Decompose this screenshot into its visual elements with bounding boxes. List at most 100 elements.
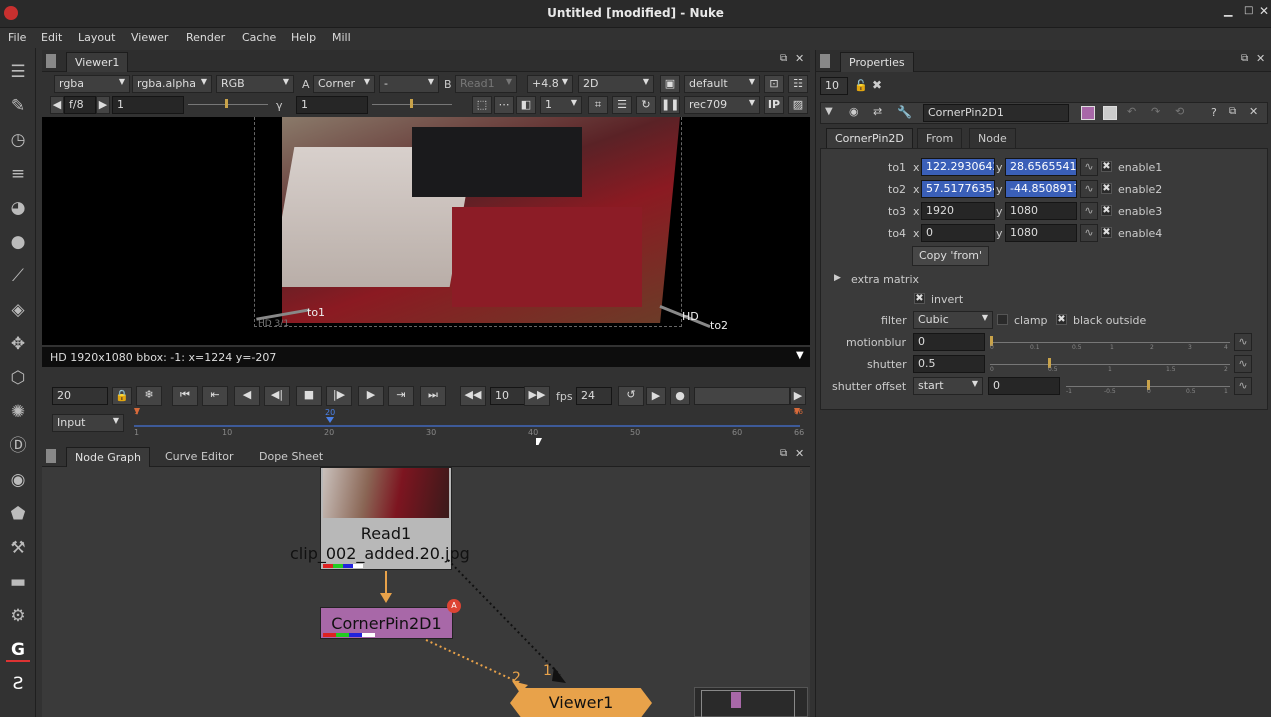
timeline-ruler[interactable]: 1 66 20 1 10 20 30 40 50 60 66 [134,408,804,438]
shutter-offset-animation-icon[interactable]: ∿ [1234,377,1252,395]
menu-viewer[interactable]: Viewer [131,31,168,44]
collapse-icon[interactable]: ▼ [825,106,833,117]
menu-render[interactable]: Render [186,31,225,44]
node-graph-minimap[interactable] [694,687,808,717]
wipe-icon[interactable]: ◧ [516,96,536,114]
timeline-range-bar[interactable] [694,387,790,405]
stop-icon[interactable]: ■ [296,386,322,406]
enable2-checkbox[interactable]: ✖ [1101,183,1112,194]
lock-properties-icon[interactable]: 🔓 [854,79,868,92]
capture-icon[interactable]: ▣ [660,75,680,93]
node-gl-color-icon[interactable] [1103,106,1117,120]
menu-mill[interactable]: Mill [332,31,351,44]
enable1-checkbox[interactable]: ✖ [1101,161,1112,172]
gain-slider[interactable] [188,104,268,105]
guides-icon[interactable]: ⋯ [494,96,514,114]
next-frame-icon[interactable]: ▶ [358,386,384,406]
particles-icon[interactable]: ✺ [6,400,30,424]
first-frame-icon[interactable]: ⏮ [172,386,198,406]
step-back-icon[interactable]: ◀◀ [460,386,486,406]
roi-icon[interactable]: ⊡ [764,75,784,93]
views-icon[interactable]: ◉ [6,468,30,492]
node-name-field[interactable]: CornerPin2D1 [923,104,1069,122]
record-icon[interactable]: ● [670,387,690,405]
lut-dropdown[interactable]: default ▼ [684,75,760,93]
checker-icon[interactable]: ▨ [788,96,808,114]
play-backward-icon[interactable]: ◀| [264,386,290,406]
motionblur-field[interactable]: 0 [913,333,985,351]
menu-file[interactable]: File [8,31,26,44]
composite-mode-dropdown[interactable]: - ▼ [379,75,439,93]
time-icon[interactable]: ◷ [6,128,30,152]
loop-mode-icon[interactable]: ↺ [618,386,644,406]
status-expand-icon[interactable]: ▼ [796,350,804,361]
panel-grip-icon[interactable] [46,54,56,68]
viewer-canvas[interactable]: to1 HD 3/1 HD to2 [42,117,810,345]
gamma-field[interactable]: 1 [296,96,368,114]
wrench-icon[interactable]: 🔧 [897,105,912,119]
region-icon[interactable]: ⬚ [472,96,492,114]
gain-slider-handle[interactable] [225,99,228,108]
redo-icon[interactable]: ↷ [1151,105,1160,118]
close-node-icon[interactable]: ✕ [1249,105,1258,118]
menu-help[interactable]: Help [291,31,316,44]
clamp-checkbox[interactable] [997,314,1008,325]
tab-node[interactable]: Node [969,128,1016,148]
revert-icon[interactable]: ⟲ [1175,105,1184,118]
lock-icon[interactable]: 🔒 [112,387,132,405]
timeline-input-dropdown[interactable]: Input ▼ [52,414,124,432]
3d-icon[interactable]: ⬡ [6,366,30,390]
tab-properties[interactable]: Properties [840,52,914,72]
to1-x-field[interactable]: 122.2930642 [921,158,995,176]
timeline-more-icon[interactable]: ▶ [790,387,806,405]
fstop-field[interactable]: f/8 [64,96,96,114]
viewer-node[interactable]: Viewer1 [510,688,652,717]
float-panel-icon[interactable]: ⧉ [780,53,787,64]
help-icon[interactable]: ? [1211,106,1217,119]
current-frame-field[interactable]: 20 [52,387,108,405]
close-icon[interactable]: ✕ [1259,4,1269,18]
deep-icon[interactable]: Ⓓ [6,434,30,458]
motionblur-animation-icon[interactable]: ∿ [1234,333,1252,351]
furnace-icon[interactable]: ⚙ [6,604,30,628]
undo-icon[interactable]: ↶ [1127,105,1136,118]
black-outside-checkbox[interactable]: ✖ [1056,314,1067,325]
menu-cache[interactable]: Cache [242,31,276,44]
prev-frame-icon[interactable]: ◀ [234,386,260,406]
toolsets-icon[interactable]: ⚒ [6,536,30,560]
to4-animation-icon[interactable]: ∿ [1080,224,1098,242]
minimize-icon[interactable]: ▁ [1224,4,1232,17]
to1-y-field[interactable]: 28.6565541 [1005,158,1077,176]
to2-animation-icon[interactable]: ∿ [1080,180,1098,198]
to4-x-field[interactable]: 0 [921,224,995,242]
flipbook-icon[interactable]: ▶ [646,387,666,405]
menu-layout[interactable]: Layout [78,31,115,44]
freeze-icon[interactable]: ❄ [136,386,162,406]
fstop-next-icon[interactable]: ▶ [96,96,110,114]
shutter-offset-field[interactable]: 0 [988,377,1060,395]
display-dropdown[interactable]: RGB ▼ [216,75,294,93]
alpha-channel-dropdown[interactable]: rgba.alpha ▼ [132,75,212,93]
gizmo-g-icon[interactable]: G [6,638,30,662]
shutter-offset-dropdown[interactable]: start ▼ [913,377,983,395]
enable4-checkbox[interactable]: ✖ [1101,227,1112,238]
zoom-dropdown[interactable]: +4.8 ▼ [527,75,573,93]
step-forward-icon[interactable]: ▶▶ [524,386,550,406]
channel-icon[interactable]: ≡ [6,162,30,186]
draw-icon[interactable]: ✎ [6,94,30,118]
a-input-dropdown[interactable]: Corner ▼ [313,75,375,93]
other-icon[interactable]: ▬ [6,570,30,594]
viewer-settings-icon[interactable]: ☷ [788,75,808,93]
max-panels-field[interactable]: 10 [820,77,848,95]
extra-matrix-label[interactable]: extra matrix [851,273,919,286]
merge-icon[interactable]: ◈ [6,298,30,322]
color-icon[interactable]: ◕ [6,196,30,220]
metadata-icon[interactable]: ⬟ [6,502,30,526]
to2-x-field[interactable]: 57.51776354 [921,180,995,198]
pause-icon[interactable]: ❚❚ [660,96,680,114]
clear-properties-icon[interactable]: ✖ [872,78,882,92]
tab-from[interactable]: From [917,128,963,148]
overlay-icon[interactable]: ☰ [612,96,632,114]
fps-field[interactable]: 24 [576,387,612,405]
fstop-prev-icon[interactable]: ◀ [50,96,64,114]
